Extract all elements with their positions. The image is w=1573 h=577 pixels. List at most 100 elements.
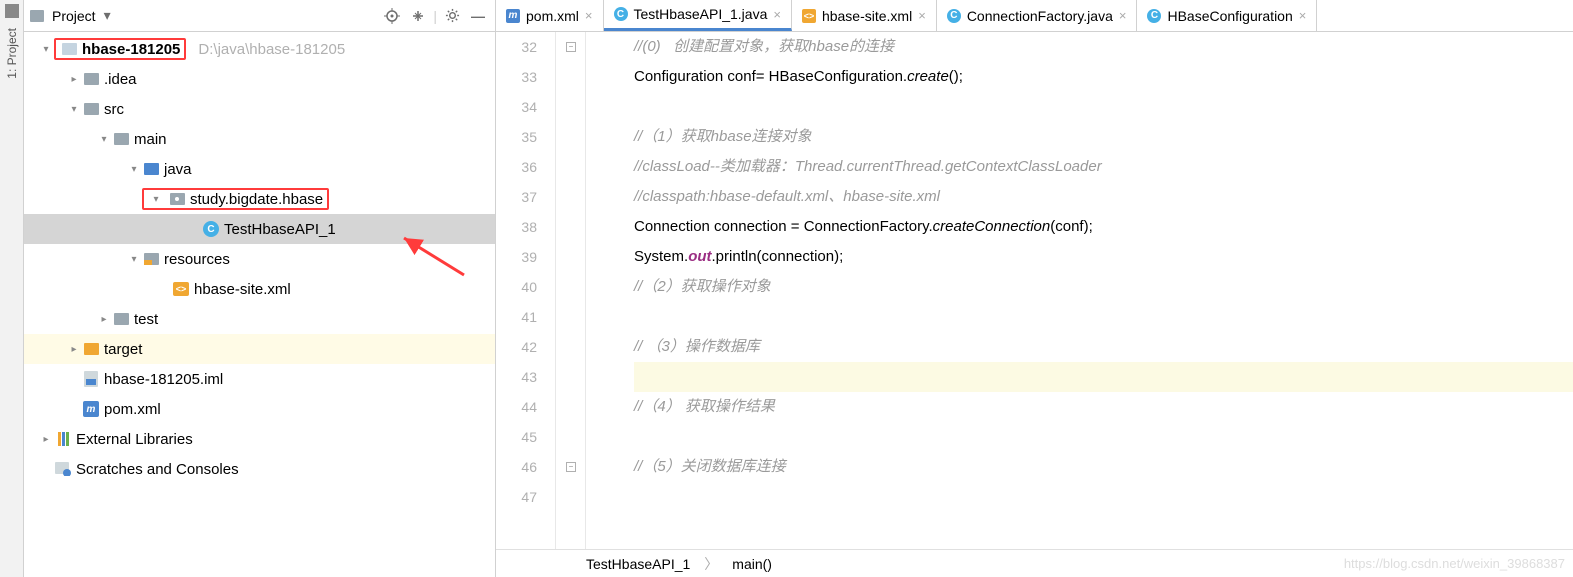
root-label: hbase-181205 [82, 41, 180, 58]
code-line[interactable]: //（5）关闭数据库连接 [634, 452, 1573, 482]
class-file-icon: C [1147, 9, 1161, 23]
chevron-down-icon[interactable]: ▾ [38, 44, 54, 55]
line-number[interactable]: 46 [496, 452, 537, 482]
line-number[interactable]: 35 [496, 122, 537, 152]
close-icon[interactable]: × [1299, 8, 1307, 23]
chevron-down-icon[interactable]: ▾ [66, 104, 82, 115]
close-icon[interactable]: × [918, 8, 926, 23]
code-line[interactable]: Connection connection = ConnectionFactor… [634, 212, 1573, 242]
line-number[interactable]: 47 [496, 482, 537, 512]
line-number[interactable]: 32 [496, 32, 537, 62]
editor-tab[interactable]: mpom.xml× [496, 0, 604, 31]
code-line[interactable] [634, 422, 1573, 452]
code-line[interactable] [634, 482, 1573, 512]
hide-icon[interactable]: — [467, 5, 489, 27]
module-icon [60, 40, 78, 58]
project-tree[interactable]: ▾ hbase-181205 D:\java\hbase-181205 ▸ .i… [24, 32, 495, 577]
chevron-right-icon[interactable]: ▸ [66, 74, 82, 85]
line-number[interactable]: 39 [496, 242, 537, 272]
tree-test-class[interactable]: C TestHbaseAPI_1 [24, 214, 495, 244]
tree-iml[interactable]: hbase-181205.iml [24, 364, 495, 394]
panel-dropdown-icon[interactable]: ▾ [104, 7, 111, 24]
libraries-icon [54, 430, 72, 448]
editor-area: mpom.xml×CTestHbaseAPI_1.java×<>hbase-si… [496, 0, 1573, 577]
class-icon: C [202, 220, 220, 238]
tree-package[interactable]: ▾ study.bigdate.hbase [24, 184, 495, 214]
tab-label: pom.xml [526, 8, 579, 24]
panel-title[interactable]: Project [48, 8, 100, 24]
code-line[interactable]: //（1）获取hbase连接对象 [634, 122, 1573, 152]
code-line[interactable]: System.out.println(connection); [634, 242, 1573, 272]
tree-target[interactable]: ▸ target [24, 334, 495, 364]
fold-toggle-icon[interactable]: − [566, 42, 576, 52]
chevron-down-icon[interactable]: ▾ [148, 194, 164, 205]
code-editor[interactable]: //(0) 创建配置对象，获取hbase的连接Configuration con… [586, 32, 1573, 549]
breadcrumb-method[interactable]: main() [732, 556, 772, 572]
close-icon[interactable]: × [773, 7, 781, 22]
gutter[interactable]: 32333435363738394041424344454647 [496, 32, 556, 549]
code-line[interactable]: //classpath:hbase-default.xml、hbase-site… [634, 182, 1573, 212]
fold-toggle-icon[interactable]: − [566, 462, 576, 472]
editor-tab[interactable]: CTestHbaseAPI_1.java× [604, 0, 792, 31]
code-line[interactable]: //classLoad--类加载器：Thread.currentThread.g… [634, 152, 1573, 182]
tree-test[interactable]: ▸ test [24, 304, 495, 334]
fold-column[interactable]: −− [556, 32, 586, 549]
line-number[interactable]: 43 [496, 362, 537, 392]
chevron-right-icon[interactable]: ▸ [96, 314, 112, 325]
code-line[interactable] [634, 302, 1573, 332]
close-icon[interactable]: × [585, 8, 593, 23]
tree-site-xml[interactable]: <> hbase-site.xml [24, 274, 495, 304]
line-number[interactable]: 38 [496, 212, 537, 242]
line-number[interactable]: 40 [496, 272, 537, 302]
gear-icon[interactable] [441, 5, 463, 27]
folder-icon [82, 70, 100, 88]
tree-main[interactable]: ▾ main [24, 124, 495, 154]
line-number[interactable]: 33 [496, 62, 537, 92]
code-line[interactable]: //(0) 创建配置对象，获取hbase的连接 [634, 32, 1573, 62]
line-number[interactable]: 36 [496, 152, 537, 182]
tree-scratch[interactable]: Scratches and Consoles [24, 454, 495, 484]
line-number[interactable]: 34 [496, 92, 537, 122]
tab-label: hbase-site.xml [822, 8, 912, 24]
tool-window-stripe[interactable]: 1: Project [0, 0, 24, 577]
code-line[interactable]: //（4） 获取操作结果 [634, 392, 1573, 422]
folder-icon [112, 130, 130, 148]
chevron-right-icon[interactable]: ▸ [38, 434, 54, 445]
expand-all-icon[interactable] [407, 5, 429, 27]
close-icon[interactable]: × [1119, 8, 1127, 23]
tab-label: TestHbaseAPI_1.java [634, 6, 768, 22]
line-number[interactable]: 44 [496, 392, 537, 422]
tree-pom[interactable]: m pom.xml [24, 394, 495, 424]
xml-file-icon: <> [172, 280, 190, 298]
editor-tab[interactable]: CHBaseConfiguration× [1137, 0, 1317, 31]
tree-idea[interactable]: ▸ .idea [24, 64, 495, 94]
code-line[interactable] [634, 92, 1573, 122]
line-number[interactable]: 37 [496, 182, 537, 212]
line-number[interactable]: 45 [496, 422, 537, 452]
code-line[interactable]: Configuration conf= HBaseConfiguration.c… [634, 62, 1573, 92]
code-line[interactable]: // （3）操作数据库 [634, 332, 1573, 362]
class-file-icon: C [947, 9, 961, 23]
root-path: D:\java\hbase-181205 [198, 41, 345, 58]
tree-ext-lib[interactable]: ▸ External Libraries [24, 424, 495, 454]
project-tool-icon [5, 4, 19, 18]
breadcrumb[interactable]: TestHbaseAPI_1 〉 main() https://blog.csd… [496, 549, 1573, 577]
locate-icon[interactable] [381, 5, 403, 27]
chevron-down-icon[interactable]: ▾ [126, 164, 142, 175]
folder-icon [112, 310, 130, 328]
chevron-down-icon[interactable]: ▾ [96, 134, 112, 145]
code-line[interactable]: //（2）获取操作对象 [634, 272, 1573, 302]
tree-src[interactable]: ▾ src [24, 94, 495, 124]
tree-resources[interactable]: ▾ resources [24, 244, 495, 274]
chevron-right-icon[interactable]: ▸ [66, 344, 82, 355]
tree-root[interactable]: ▾ hbase-181205 D:\java\hbase-181205 [24, 34, 495, 64]
tree-java[interactable]: ▾ java [24, 154, 495, 184]
editor-tab[interactable]: <>hbase-site.xml× [792, 0, 937, 31]
chevron-down-icon[interactable]: ▾ [126, 254, 142, 265]
editor-body: 32333435363738394041424344454647 −− //(0… [496, 32, 1573, 549]
editor-tab[interactable]: CConnectionFactory.java× [937, 0, 1138, 31]
code-line[interactable] [634, 362, 1573, 392]
breadcrumb-class[interactable]: TestHbaseAPI_1 [586, 556, 690, 572]
line-number[interactable]: 42 [496, 332, 537, 362]
line-number[interactable]: 41 [496, 302, 537, 332]
